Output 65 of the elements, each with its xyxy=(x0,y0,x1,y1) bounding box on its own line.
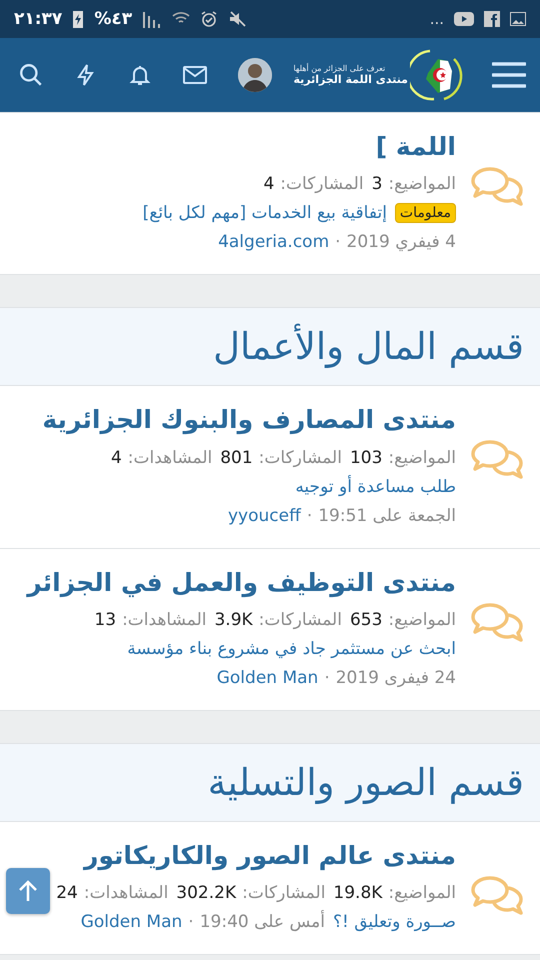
thread-link[interactable]: طلب مساعدة أو توجيه xyxy=(295,476,456,496)
stat-value: 19.8K xyxy=(333,883,382,903)
search-button[interactable] xyxy=(18,62,44,88)
thread-link[interactable]: صــورة وتعليق !؟ xyxy=(332,912,456,932)
separator-dot: · xyxy=(324,668,330,688)
separator-dot: · xyxy=(335,232,341,252)
stat-value: 4 xyxy=(110,448,122,468)
forum-title-link[interactable]: منتدى عالم الصور والكاريكاتور xyxy=(16,838,456,874)
stat-label: المشاهدات: xyxy=(84,883,168,903)
post-date: أمس على 19:40 xyxy=(200,912,325,932)
alarm-icon xyxy=(200,10,218,28)
separator-dot: · xyxy=(306,506,312,526)
stat-label: المواضيع: xyxy=(388,174,456,194)
menu-button[interactable] xyxy=(492,61,526,89)
stat-value: 653 xyxy=(350,610,382,630)
forum-title-link[interactable]: منتدى التوظيف والعمل في الجزائر xyxy=(16,564,456,601)
thread-link[interactable]: إتفاقية بيع الخدمات [مهم لكل بائع] xyxy=(142,203,387,224)
logo-title: منتدى اللمة الجزائرية xyxy=(293,73,408,86)
stat-value: 3.9K xyxy=(214,610,253,630)
section-title: قسم المال والأعمال xyxy=(0,308,540,386)
stat-value: 801 xyxy=(220,448,253,468)
stat-label: المشاركات: xyxy=(280,174,364,194)
mute-icon xyxy=(228,10,246,28)
clock-text: ٢١:٣٧ xyxy=(14,9,62,29)
forum-title-link[interactable]: اللمة ] xyxy=(16,129,456,166)
stat-value: 3 xyxy=(372,174,382,194)
post-date: 4 فيفري 2019 xyxy=(346,232,456,252)
section-title: قسم الصور والتسلية xyxy=(0,744,540,822)
battery-icon xyxy=(72,9,84,29)
prefix-label: معلومات xyxy=(394,203,456,224)
more-notifications-text: ... xyxy=(430,10,444,28)
separator-dot: · xyxy=(188,912,194,932)
stat-value: 24 xyxy=(56,883,78,903)
stat-value: 4 xyxy=(263,174,274,194)
chat-bubbles-icon xyxy=(470,600,524,644)
stat-label: المشاهدات: xyxy=(122,610,206,630)
thread-link[interactable]: ابحث عن مستثمر جاد في مشروع بناء مؤسسة xyxy=(127,638,456,659)
arrow-up-icon xyxy=(17,879,39,903)
stat-label: المشاهدات: xyxy=(128,448,212,468)
battery-text: %٤٣ xyxy=(94,9,132,29)
username-link[interactable]: yyouceff xyxy=(228,506,301,526)
stat-label: المواضيع: xyxy=(388,883,456,903)
image-icon xyxy=(510,12,526,26)
messages-button[interactable] xyxy=(182,64,208,86)
social-icon xyxy=(484,11,500,27)
stat-label: المشاركات: xyxy=(258,610,342,630)
stat-value: 13 xyxy=(94,610,116,630)
username-link[interactable]: Golden Man xyxy=(216,668,318,688)
post-date: الجمعة على 19:51 xyxy=(318,506,456,526)
user-avatar[interactable] xyxy=(238,58,272,92)
stat-label: المشاركات: xyxy=(258,448,342,468)
stat-label: المواضيع: xyxy=(388,448,456,468)
stat-label: المواضيع: xyxy=(388,610,456,630)
stat-value: 302.2K xyxy=(176,883,236,903)
stat-label: المشاركات: xyxy=(242,883,326,903)
stat-value: 103 xyxy=(350,448,382,468)
logo-tagline: تعرف على الجزائر من أهلها xyxy=(293,64,386,73)
username-link[interactable]: Golden Man xyxy=(80,912,182,932)
logo-icon[interactable] xyxy=(410,47,464,103)
forum-title-link[interactable]: منتدى المصارف والبنوك الجزائرية xyxy=(16,402,456,438)
username-link[interactable]: 4algeria.com xyxy=(218,232,330,252)
scroll-to-top-button[interactable] xyxy=(6,868,50,914)
post-date: 24 فيفرى 2019 xyxy=(336,668,456,688)
signal-icon xyxy=(142,10,162,28)
video-icon xyxy=(454,12,474,26)
